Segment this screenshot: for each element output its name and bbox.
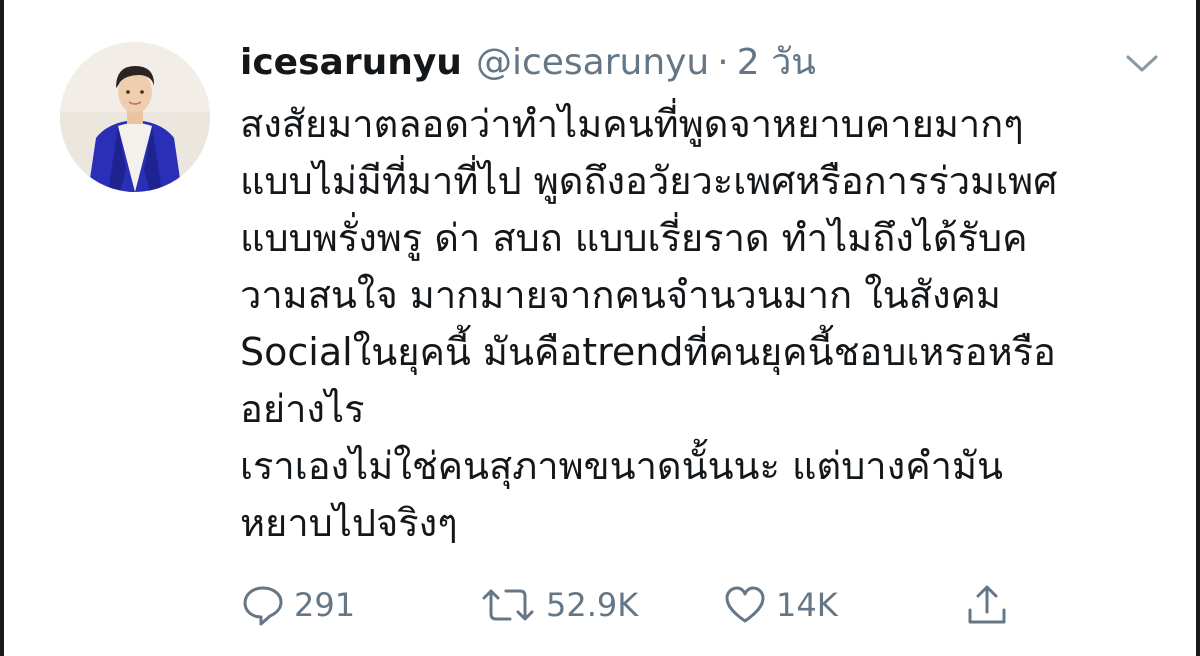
- tweet-text-line: แบบพรั่งพรู ด่า สบถ แบบเรี่ยราด ทำไมถึงไ…: [240, 216, 1028, 260]
- share-button[interactable]: [964, 575, 1010, 635]
- retweet-count: 52.9K: [546, 586, 639, 624]
- share-icon: [964, 582, 1010, 628]
- retweet-button[interactable]: 52.9K: [478, 575, 638, 635]
- heart-icon: [722, 582, 768, 628]
- tweet-timestamp[interactable]: 2 วัน: [737, 38, 816, 88]
- tweet-text-line: สงสัยมาตลอดว่าทำไมคนที่พูดจาหยาบคายมากๆ: [240, 102, 1024, 146]
- tweet-header: icesarunyu @icesarunyu · 2 วัน: [240, 38, 816, 88]
- avatar-image: [60, 42, 210, 192]
- display-name[interactable]: icesarunyu: [240, 38, 462, 88]
- separator-dot: ·: [717, 42, 729, 83]
- tweet-text-line: อย่างไร: [240, 387, 365, 431]
- tweet-text-line: แบบไม่มีที่มาที่ไป พูดถึงอวัยวะเพศหรือกา…: [240, 159, 1058, 203]
- chevron-down-icon[interactable]: [1122, 48, 1162, 78]
- tweet-actions: 291 52.9K 14K: [240, 575, 1140, 635]
- reply-button[interactable]: 291: [240, 575, 355, 635]
- tweet-text-line: Socialในยุคนี้ มันคือtrendที่คนยุคนี้ชอบ…: [240, 330, 1056, 374]
- retweet-icon: [478, 582, 538, 628]
- user-handle[interactable]: @icesarunyu: [476, 38, 709, 88]
- like-button[interactable]: 14K: [722, 575, 838, 635]
- tweet-text: สงสัยมาตลอดว่าทำไมคนที่พูดจาหยาบคายมากๆ …: [240, 96, 1170, 552]
- reply-icon: [240, 582, 286, 628]
- tweet-card: icesarunyu @icesarunyu · 2 วัน สงสัยมาตล…: [0, 0, 1200, 656]
- tweet-text-line: วามสนใจ มากมายจากคนจำนวนมาก ในสังคม: [240, 273, 1001, 317]
- tweet-text-line: หยาบไปจริงๆ: [240, 501, 458, 545]
- like-count: 14K: [776, 586, 838, 624]
- tweet-text-line: เราเองไม่ใช่คนสุภาพขนาดนั้นนะ แต่บางคำมั…: [240, 444, 1003, 488]
- reply-count: 291: [294, 586, 356, 624]
- avatar[interactable]: [60, 42, 210, 192]
